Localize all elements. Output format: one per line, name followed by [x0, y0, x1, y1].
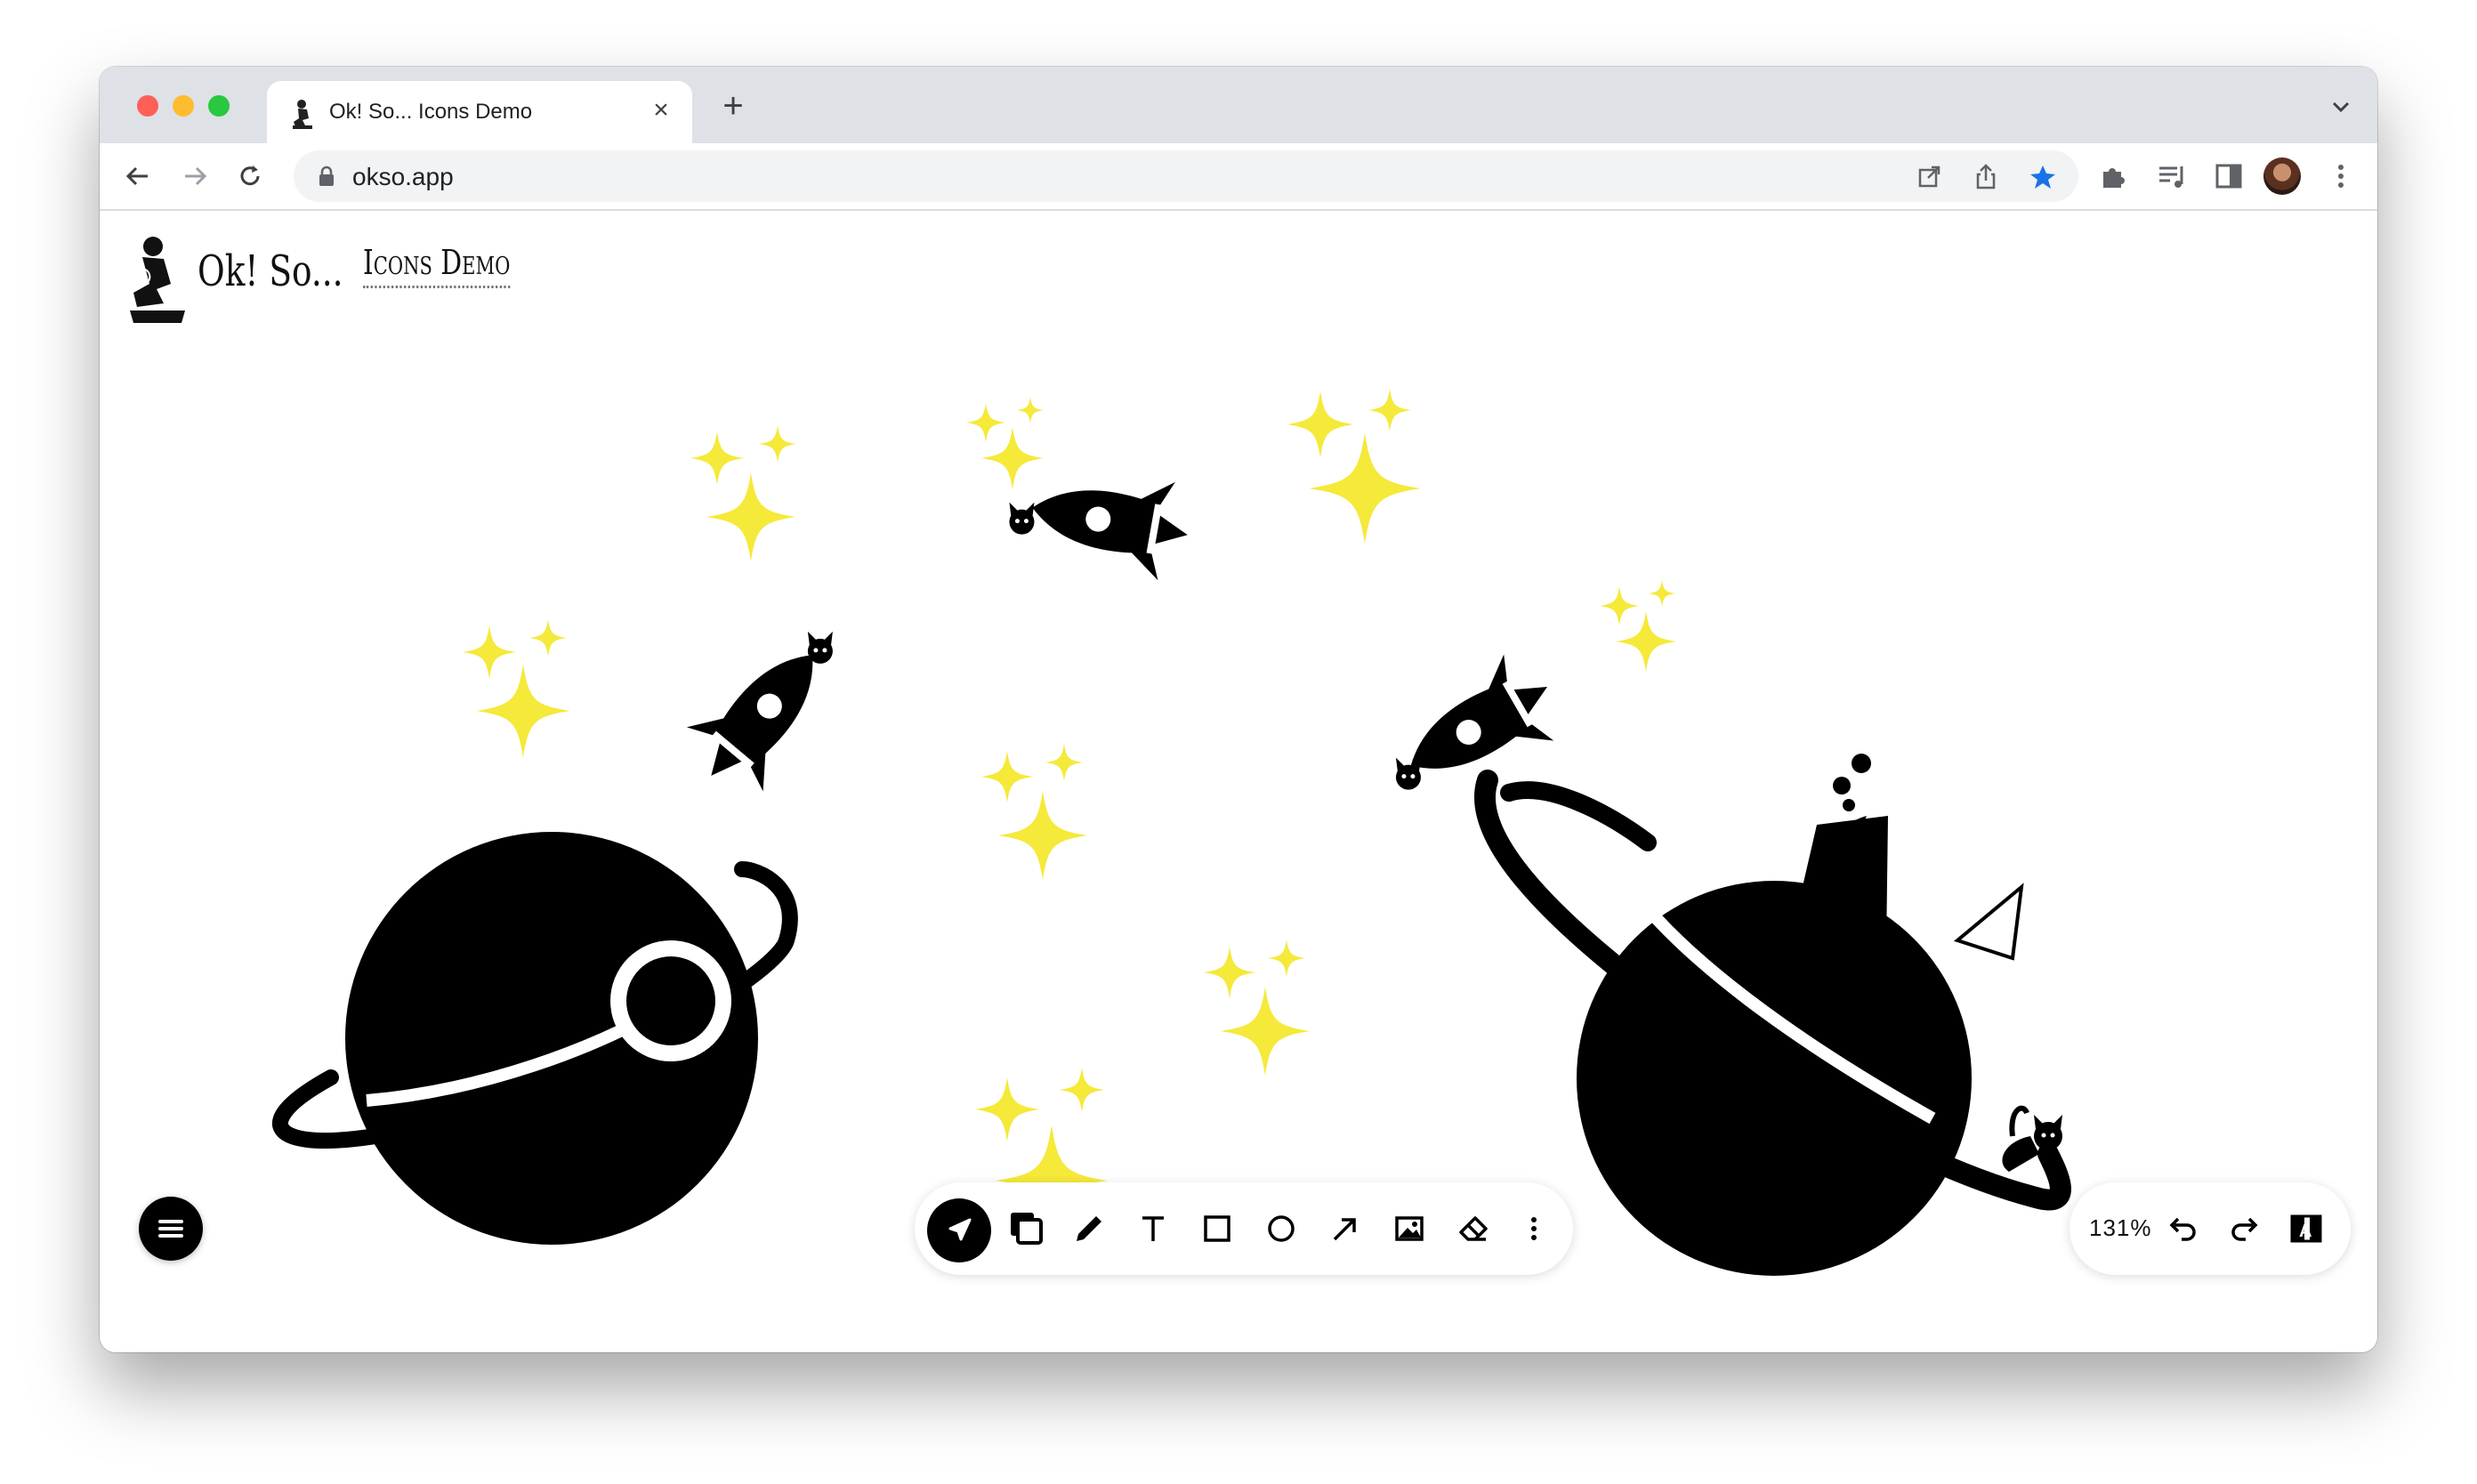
zoom-history-bar: 131% A — [2070, 1182, 2351, 1275]
planet-flask-with-ring-icon — [1473, 754, 2071, 1276]
text-tool-icon[interactable] — [1128, 1204, 1178, 1254]
sparkles-icon — [1287, 389, 1421, 544]
rocket-with-cat-icon — [1009, 481, 1188, 581]
app-canvas[interactable]: Ok! So... Icons Demo 131% A — [100, 211, 2377, 1352]
address-bar[interactable]: okso.app — [294, 150, 2078, 202]
rocket-with-cat-icon — [686, 631, 833, 792]
sparkles-icon — [966, 397, 1044, 489]
back-arrow-icon[interactable] — [121, 159, 155, 193]
sparkles-icon — [1600, 580, 1676, 672]
profile-avatar[interactable] — [2263, 157, 2301, 195]
select-tool-button[interactable] — [927, 1198, 991, 1262]
drawing-toolbar — [915, 1182, 1573, 1275]
sparkles-icon — [981, 744, 1087, 880]
thinker-favicon-icon — [293, 100, 312, 129]
more-vertical-icon[interactable] — [1509, 1204, 1559, 1254]
sparkles-icon — [1204, 940, 1310, 1076]
planet-icon — [272, 832, 798, 1245]
side-panel-icon[interactable] — [2212, 159, 2246, 193]
document-title[interactable]: Icons Demo — [363, 243, 511, 288]
pencil-icon[interactable] — [1064, 1204, 1114, 1254]
forward-arrow-icon[interactable] — [178, 159, 212, 193]
bookmark-star-icon[interactable] — [2029, 163, 2057, 191]
open-external-icon[interactable] — [1915, 163, 1943, 191]
circle-icon[interactable] — [1256, 1204, 1306, 1254]
chevron-down-icon[interactable] — [2328, 93, 2354, 120]
image-icon[interactable] — [1384, 1204, 1434, 1254]
tab-title: Ok! So... Icons Demo — [329, 100, 533, 124]
lock-icon — [319, 165, 334, 186]
theme-toggle-icon[interactable]: A — [2287, 1209, 2326, 1248]
redo-icon[interactable] — [2226, 1209, 2265, 1248]
main-menu-button[interactable] — [139, 1197, 203, 1261]
browser-toolbar: okso.app — [100, 143, 2377, 211]
new-tab-button[interactable]: + — [714, 86, 753, 125]
reload-icon[interactable] — [233, 159, 267, 193]
share-icon[interactable] — [1972, 163, 2000, 191]
tab-strip: Ok! So... Icons Demo × + — [100, 67, 2377, 143]
undo-icon[interactable] — [2162, 1209, 2201, 1248]
browser-window: Ok! So... Icons Demo × + okso.app Ok! So… — [100, 67, 2377, 1352]
hamburger-menu-icon — [158, 1220, 183, 1238]
minimize-window-button[interactable] — [173, 95, 194, 117]
sparkles-icon — [690, 425, 796, 561]
svg-text:A: A — [2299, 1222, 2312, 1241]
tab-close-button[interactable]: × — [646, 95, 676, 125]
navigation-arrow-icon — [948, 1218, 972, 1241]
tab-active[interactable]: Ok! So... Icons Demo × — [267, 81, 692, 143]
zoom-level[interactable]: 131% — [2089, 1214, 2152, 1242]
eraser-icon[interactable] — [1448, 1204, 1498, 1254]
thinker-logo-icon — [130, 237, 185, 323]
more-vertical-icon[interactable] — [2324, 159, 2358, 193]
drawing-scene — [272, 389, 2071, 1276]
maximize-window-button[interactable] — [208, 95, 230, 117]
app-logo-text: Ok! So... — [198, 246, 343, 296]
layers-icon[interactable] — [1000, 1204, 1050, 1254]
rectangle-icon[interactable] — [1192, 1204, 1242, 1254]
reading-list-icon[interactable] — [2155, 159, 2189, 193]
sparkles-icon — [463, 619, 570, 758]
extensions-puzzle-icon[interactable] — [2096, 159, 2130, 193]
close-window-button[interactable] — [137, 95, 158, 117]
arrow-icon[interactable] — [1320, 1204, 1370, 1254]
url-text: okso.app — [352, 163, 454, 190]
